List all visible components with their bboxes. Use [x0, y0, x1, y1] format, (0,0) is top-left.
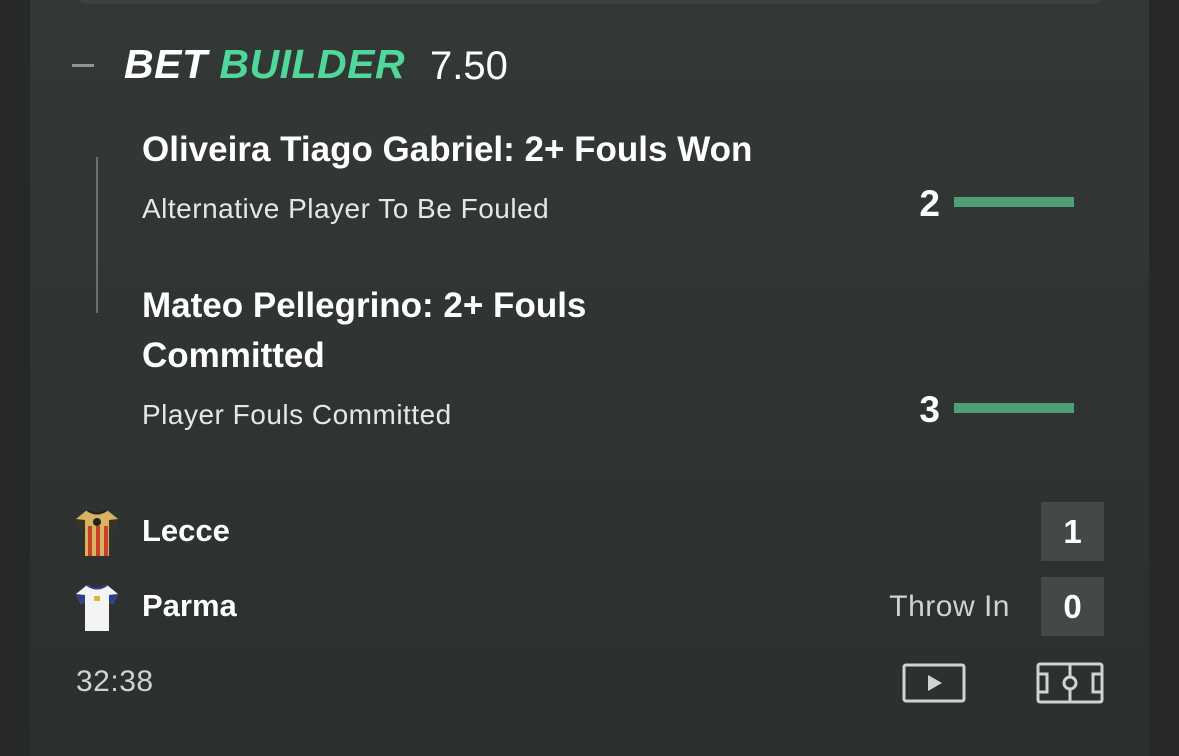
- selection-connector-line: [96, 157, 98, 313]
- bet-builder-title: BET BUILDER: [124, 38, 405, 90]
- title-word-builder: BUILDER: [219, 41, 406, 87]
- play-video-icon[interactable]: [902, 663, 966, 703]
- selection-progress-count: 2: [919, 183, 940, 224]
- lecce-jersey-icon: [76, 509, 118, 556]
- selection-market: Player Fouls Committed: [142, 399, 452, 430]
- selection-title: Mateo Pellegrino: 2+ Fouls Committed: [142, 286, 587, 375]
- match-clock: 32:38: [76, 665, 154, 698]
- progress-fill: [954, 197, 1074, 207]
- selection-progress-count: 3: [919, 389, 940, 430]
- match-status: Throw In: [889, 590, 1010, 623]
- progress-fill: [954, 403, 1074, 413]
- previous-card-edge: [76, 0, 1104, 4]
- minus-icon[interactable]: [72, 64, 94, 67]
- home-score: 1: [1041, 502, 1104, 561]
- home-team-name: Lecce: [142, 513, 230, 548]
- combined-odds: 7.50: [430, 44, 508, 88]
- away-score: 0: [1041, 577, 1104, 636]
- selection-progress-bar: [954, 403, 1074, 413]
- pitch-tracker-icon[interactable]: [1036, 662, 1104, 704]
- away-team-name: Parma: [142, 588, 237, 623]
- parma-jersey-icon: [76, 584, 118, 631]
- title-word-bet: BET: [124, 41, 208, 87]
- bet-builder-card: BET BUILDER 7.50 Oliveira Tiago Gabriel:…: [30, 0, 1149, 756]
- selection-title: Oliveira Tiago Gabriel: 2+ Fouls Won: [142, 130, 753, 169]
- selection-market: Alternative Player To Be Fouled: [142, 193, 550, 224]
- selection-progress-bar: [954, 197, 1074, 207]
